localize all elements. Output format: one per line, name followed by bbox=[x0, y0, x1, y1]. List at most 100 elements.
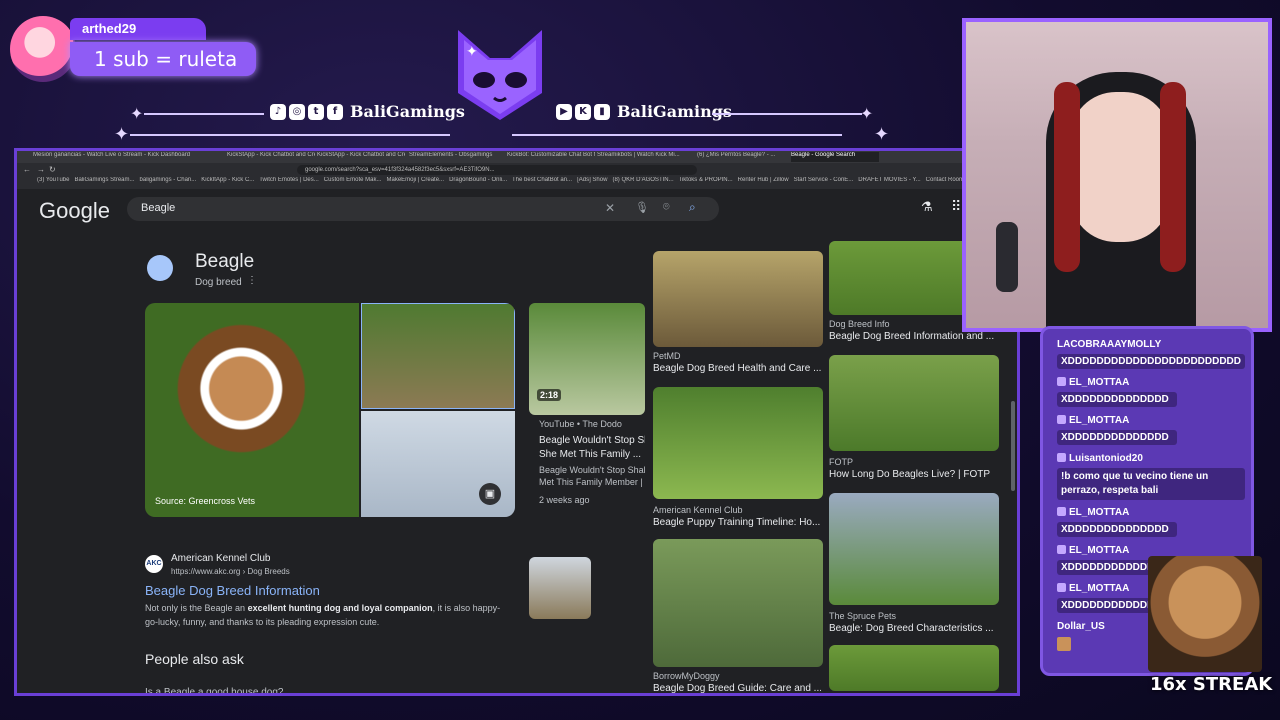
beagle-image[interactable] bbox=[145, 303, 359, 517]
socials-left: ✦ ♪ ◎ t f BaliGamings ✦ bbox=[114, 100, 465, 144]
image-title[interactable]: Beagle Puppy Training Timeline: Ho... bbox=[653, 517, 821, 528]
bookmark[interactable]: BaliGamings Stream... bbox=[75, 177, 135, 183]
bookmark[interactable]: (8) QKR D'AGOSTIN... bbox=[612, 177, 673, 183]
chat-username: LACOBRAAAYMOLLY bbox=[1057, 339, 1162, 350]
sparkle-icon: ✦ bbox=[130, 106, 144, 123]
sparkle-icon: ✦ bbox=[874, 124, 890, 144]
webcam-frame bbox=[962, 18, 1272, 332]
apps-grid-icon[interactable]: ⠿ bbox=[951, 198, 961, 215]
image-result[interactable] bbox=[653, 251, 823, 347]
image-search-icon[interactable]: ▣ bbox=[479, 483, 501, 505]
browser-tab[interactable]: KickBot: Customizable Chat Bot for bbox=[507, 152, 595, 162]
bookmark[interactable]: Start Service - ConE... bbox=[794, 177, 854, 183]
result-title[interactable]: Beagle Dog Breed Information bbox=[145, 583, 320, 598]
result-site: American Kennel Club bbox=[171, 553, 271, 564]
social-handle-right: BaliGamings bbox=[617, 102, 732, 121]
image-result[interactable] bbox=[829, 355, 999, 451]
image-title[interactable]: Beagle: Dog Breed Characteristics ... bbox=[829, 623, 997, 634]
beagle-image[interactable] bbox=[361, 303, 515, 409]
google-logo[interactable]: Google bbox=[39, 198, 110, 224]
browser-tab[interactable]: Mesión ganancias - Watch Live on bbox=[33, 152, 121, 162]
image-source: Dog Breed Info bbox=[829, 319, 890, 329]
browser-tab[interactable]: (6) ¿Mis Perritos Beagle? - ... bbox=[697, 152, 785, 162]
image-source: FOTP bbox=[829, 457, 853, 467]
chat-message: XDDDDDDDDDDDDDDDDDDDDDDDD bbox=[1057, 354, 1245, 369]
sparkle-icon: ✦ bbox=[860, 106, 874, 123]
chat-username: Luisantoniod20 bbox=[1057, 453, 1143, 464]
search-icon[interactable]: ⌕ bbox=[689, 200, 696, 215]
image-title[interactable]: Beagle Dog Breed Health and Care ... bbox=[653, 363, 821, 374]
facebook-icon[interactable]: f bbox=[327, 103, 343, 120]
kick-icon[interactable]: K bbox=[575, 103, 591, 120]
bookmark[interactable]: Twitch Emotes | Des... bbox=[259, 177, 319, 183]
kp-subtitle: Dog breed bbox=[195, 277, 242, 288]
bookmark[interactable]: [Ads] Show bbox=[577, 177, 607, 183]
emote-icon bbox=[1057, 637, 1071, 651]
instagram-icon[interactable]: ◎ bbox=[289, 103, 305, 120]
browser-tab[interactable]: KickStApp - Kick Chatbot and Cre bbox=[317, 152, 405, 162]
bookmark[interactable]: KickItApp - Kick C... bbox=[201, 177, 254, 183]
reload-icon[interactable]: ↻ bbox=[49, 165, 56, 174]
image-source: Source: Greencross Vets bbox=[155, 496, 256, 506]
video-thumbnail[interactable]: 2:18 bbox=[529, 303, 645, 415]
twitter-icon[interactable]: t bbox=[308, 103, 324, 120]
knowledge-panel: Beagle Dog breed ⋮ Source: Greencross Ve… bbox=[145, 251, 645, 693]
chat-username: EL_MOTTAA bbox=[1057, 583, 1129, 594]
chat-username: EL_MOTTAA bbox=[1057, 507, 1129, 518]
youtube-icon[interactable]: ▶ bbox=[556, 103, 572, 120]
speaker-icon[interactable] bbox=[147, 255, 173, 281]
browser-tab[interactable]: Streamikbots | Watch Kick Mi... bbox=[597, 152, 685, 162]
bookmark[interactable]: The best ChatBot an... bbox=[512, 177, 572, 183]
result-url[interactable]: https://www.akc.org › Dog Breeds bbox=[171, 567, 290, 576]
bookmark[interactable]: MakeEmoji | Create... bbox=[386, 177, 444, 183]
tiktok-icon[interactable]: ♪ bbox=[270, 103, 286, 120]
bookmark[interactable]: baligamings - Chan... bbox=[140, 177, 197, 183]
scrollbar[interactable] bbox=[1011, 401, 1015, 491]
image-result[interactable] bbox=[653, 539, 823, 667]
bookmark[interactable]: DRAFET MOVIES - Y... bbox=[858, 177, 920, 183]
chat-username: EL_MOTTAA bbox=[1057, 545, 1129, 556]
more-icon[interactable]: ⋮ bbox=[247, 275, 257, 286]
social-handle-left: BaliGamings bbox=[350, 102, 465, 121]
back-icon[interactable]: ← bbox=[23, 165, 31, 174]
search-input[interactable]: Beagle bbox=[141, 202, 175, 214]
image-title[interactable]: Beagle Dog Breed Information and ... bbox=[829, 331, 997, 342]
image-result[interactable] bbox=[653, 387, 823, 499]
image-title[interactable]: Beagle Dog Breed Guide: Care and ... bbox=[653, 683, 821, 693]
image-source: American Kennel Club bbox=[653, 505, 743, 515]
browser-tab[interactable]: Stream - Kick Dashboard bbox=[123, 152, 211, 162]
mic-icon[interactable]: 🎙 bbox=[635, 201, 649, 214]
bookmark[interactable]: DragonBound - Onli... bbox=[449, 177, 507, 183]
paa-question[interactable]: Is a Beagle a good house dog? bbox=[145, 687, 283, 693]
labs-icon[interactable]: ⚗ bbox=[921, 199, 933, 215]
twitch-icon[interactable]: ▮ bbox=[594, 103, 610, 120]
url-field[interactable]: google.com/search?sca_esv=41f3f324a4582f… bbox=[297, 165, 697, 175]
badge-icon bbox=[1057, 545, 1066, 554]
badge-icon bbox=[1057, 453, 1066, 462]
image-result[interactable] bbox=[829, 645, 999, 691]
image-results: PetMD Beagle Dog Breed Health and Care .… bbox=[653, 241, 1001, 693]
video-channel: YouTube • The Dodo bbox=[539, 419, 622, 429]
browser-tab[interactable]: KickStApp - Kick Chatbot and Cre bbox=[227, 152, 315, 162]
search-box[interactable]: Beagle ✕ 🎙 ⌾ ⌕ bbox=[127, 197, 719, 221]
video-title[interactable]: She Met This Family ... bbox=[539, 449, 645, 460]
clear-icon[interactable]: ✕ bbox=[605, 201, 615, 215]
socials-right: ▶ K ▮ BaliGamings ✦ ✦ bbox=[512, 100, 889, 144]
svg-text:✦: ✦ bbox=[466, 43, 478, 59]
browser-tab[interactable]: StreamElements - Obsgamings bbox=[409, 152, 497, 162]
video-title[interactable]: Beagle Wouldn't Stop Sh bbox=[539, 435, 645, 446]
chat-message: !b como que tu vecino tiene un perrazo, … bbox=[1057, 468, 1245, 500]
bookmark[interactable]: Contact Room bbox=[926, 177, 964, 183]
forward-icon[interactable]: → bbox=[37, 165, 45, 174]
akc-favicon: AKC bbox=[145, 555, 163, 573]
bookmark[interactable]: Renter Hub | Zillow bbox=[738, 177, 789, 183]
alert-avatar bbox=[10, 16, 76, 82]
lens-icon[interactable]: ⌾ bbox=[663, 201, 670, 214]
image-result[interactable] bbox=[829, 493, 999, 605]
bookmark[interactable]: (3) YouTube bbox=[37, 177, 69, 183]
browser-tab-active[interactable]: Beagle - Google Search bbox=[791, 152, 879, 162]
bookmark[interactable]: Tiktoks & PROPIN... bbox=[679, 177, 733, 183]
bookmark[interactable]: Custom Emote Mak... bbox=[324, 177, 382, 183]
image-title[interactable]: How Long Do Beagles Live? | FOTP bbox=[829, 469, 997, 480]
result-thumbnail[interactable] bbox=[529, 557, 591, 619]
